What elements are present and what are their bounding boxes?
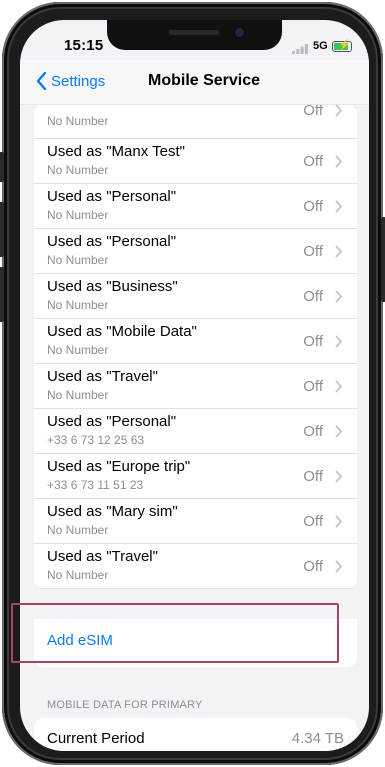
row-subtitle: No Number [47, 568, 109, 582]
row-title: Used as "Europe trip" [47, 458, 191, 475]
page-title: Mobile Service [148, 72, 261, 89]
navigation-bar: Settings Mobile Service [20, 60, 369, 105]
side-button [381, 217, 385, 302]
list-item[interactable]: No Number Off [34, 104, 357, 139]
chevron-right-icon [335, 560, 342, 573]
list-item[interactable]: Used as "Travel" No Number Off [34, 364, 357, 409]
volume-down-button [0, 267, 4, 322]
battery-icon: ⚡ [332, 40, 352, 52]
chevron-right-icon [335, 335, 342, 348]
chevron-right-icon [335, 290, 342, 303]
row-value: Off [303, 333, 323, 350]
list-item[interactable]: Used as "Personal" +33 6 73 12 25 63 Off [34, 409, 357, 454]
signal-icon [292, 44, 308, 54]
row-subtitle: No Number [47, 343, 109, 357]
current-period-label: Current Period [47, 730, 145, 747]
mute-switch [0, 152, 4, 182]
list-item[interactable]: Used as "Personal" No Number Off [34, 184, 357, 229]
row-title: Used as "Travel" [47, 548, 158, 565]
list-item[interactable]: Used as "Business" No Number Off [34, 274, 357, 319]
row-title: Used as "Business" [47, 278, 178, 295]
row-value: Off [303, 558, 323, 575]
row-subtitle: +33 6 73 12 25 63 [47, 433, 145, 447]
row-title: Used as "Travel" [47, 368, 158, 385]
row-subtitle: No Number [47, 253, 109, 267]
row-subtitle: No Number [47, 114, 109, 128]
current-period-value: 4.34 TB [291, 730, 344, 747]
row-subtitle: +33 6 73 11 51 23 [47, 478, 144, 492]
chevron-right-icon [335, 425, 342, 438]
back-label: Settings [51, 72, 106, 90]
row-value: Off [303, 288, 323, 305]
network-type: 5G [313, 40, 328, 52]
add-esim-row[interactable]: Add eSIM [34, 619, 357, 667]
row-title: Used as "Mobile Data" [47, 323, 197, 340]
row-title: Used as "Personal" [47, 413, 177, 430]
row-value: Off [303, 423, 323, 440]
chevron-right-icon [335, 155, 342, 168]
phone-frame: 15:15 5G ⚡ Settings Mobile Service No Nu… [0, 2, 385, 765]
row-value: Off [303, 104, 323, 119]
chevron-right-icon [335, 515, 342, 528]
list-item[interactable]: Used as "Manx Test" No Number Off [34, 139, 357, 184]
list-item[interactable]: Used as "Personal" No Number Off [34, 229, 357, 274]
row-title: Used as "Manx Test" [47, 143, 185, 160]
chevron-left-icon [36, 72, 47, 90]
list-item[interactable]: Used as "Mary sim" No Number Off [34, 499, 357, 544]
row-subtitle: No Number [47, 163, 109, 177]
row-value: Off [303, 378, 323, 395]
row-value: Off [303, 468, 323, 485]
chevron-right-icon [335, 380, 342, 393]
chevron-right-icon [335, 200, 342, 213]
row-title: Used as "Mary sim" [47, 503, 178, 520]
list-item[interactable]: Used as "Mobile Data" No Number Off [34, 319, 357, 364]
row-value: Off [303, 153, 323, 170]
row-subtitle: No Number [47, 523, 109, 537]
speaker-grille [169, 30, 219, 35]
current-period-row: Current Period 4.34 TB [34, 718, 357, 751]
chevron-right-icon [335, 245, 342, 258]
section-header: MOBILE DATA FOR PRIMARY [47, 699, 203, 711]
esim-list: No Number Off Used as "Manx Test" No Num… [34, 104, 357, 589]
screen: 15:15 5G ⚡ Settings Mobile Service No Nu… [20, 20, 369, 751]
row-title: Used as "Personal" [47, 233, 177, 250]
row-value: Off [303, 513, 323, 530]
chevron-right-icon [335, 470, 342, 483]
camera-icon [235, 28, 244, 37]
row-subtitle: No Number [47, 208, 109, 222]
chevron-right-icon [335, 104, 342, 117]
row-value: Off [303, 198, 323, 215]
row-value: Off [303, 243, 323, 260]
row-subtitle: No Number [47, 298, 109, 312]
notch [107, 20, 282, 50]
back-button[interactable]: Settings [36, 72, 105, 90]
list-item[interactable]: Used as "Travel" No Number Off [34, 544, 357, 589]
row-subtitle: No Number [47, 388, 109, 402]
row-title: Used as "Personal" [47, 188, 177, 205]
add-esim-button[interactable]: Add eSIM [47, 632, 113, 649]
volume-up-button [0, 202, 4, 257]
status-time: 15:15 [64, 37, 104, 54]
list-item[interactable]: Used as "Europe trip" +33 6 73 11 51 23 … [34, 454, 357, 499]
